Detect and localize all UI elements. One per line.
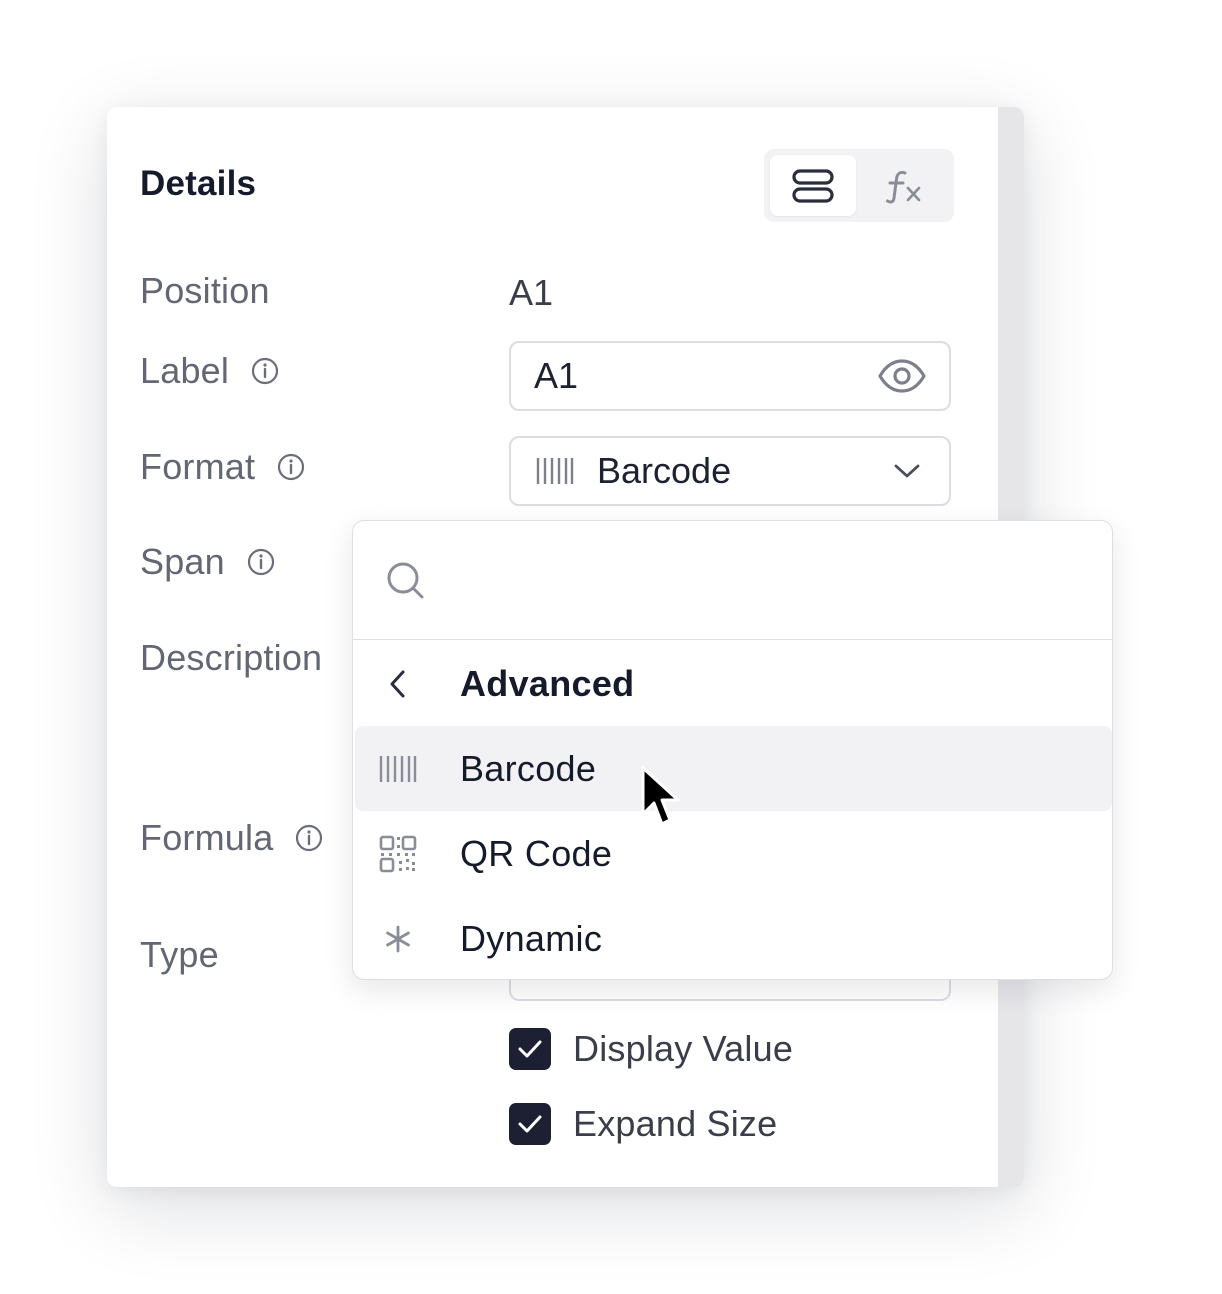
label-field[interactable]: A1 — [509, 341, 951, 411]
menu-back-advanced[interactable]: Advanced — [355, 641, 1112, 726]
barcode-icon — [377, 748, 419, 790]
menu-option-dynamic[interactable]: Dynamic — [355, 896, 1112, 979]
dropdown-search-input[interactable] — [443, 551, 1067, 611]
chevron-down-icon — [894, 464, 920, 478]
label-label-row: Label — [140, 350, 279, 392]
display-value-option[interactable]: Display Value — [509, 1028, 793, 1070]
stage: Details Position A1 Label A1 Format Barc… — [0, 0, 1222, 1294]
format-select-value: Barcode — [597, 450, 732, 491]
search-icon — [387, 562, 424, 599]
span-label-row: Span — [140, 541, 275, 583]
description-label-row: Description — [140, 637, 322, 679]
format-label-row: Format — [140, 446, 305, 488]
info-icon[interactable] — [295, 824, 323, 852]
panel-title: Details — [140, 164, 257, 203]
expand-size-option[interactable]: Expand Size — [509, 1103, 777, 1145]
formula-label-row: Formula — [140, 817, 323, 859]
dropdown-search-bar — [353, 521, 1112, 640]
asterisk-icon — [377, 918, 419, 960]
checkmark-icon — [518, 1115, 542, 1133]
expand-size-label: Expand Size — [573, 1103, 778, 1144]
menu-option-label: QR Code — [460, 832, 613, 874]
qr-code-icon — [377, 833, 419, 875]
display-value-checkbox[interactable] — [509, 1028, 551, 1070]
menu-option-barcode[interactable]: Barcode — [355, 726, 1112, 811]
info-icon[interactable] — [251, 357, 279, 385]
type-label-row: Type — [140, 934, 219, 976]
menu-option-label: Barcode — [460, 747, 597, 789]
function-icon — [886, 170, 921, 203]
description-label: Description — [140, 637, 323, 678]
format-select[interactable]: Barcode — [509, 436, 951, 506]
info-icon[interactable] — [277, 453, 305, 481]
menu-option-label: Dynamic — [460, 917, 603, 959]
toggle-fields-view-button[interactable] — [770, 155, 856, 216]
menu-option-qr-code[interactable]: QR Code — [355, 811, 1112, 896]
format-dropdown-menu: Advanced Barcode QR Code Dynamic — [352, 520, 1113, 980]
chevron-left-icon — [377, 663, 419, 705]
info-icon[interactable] — [247, 548, 275, 576]
position-value: A1 — [509, 272, 554, 313]
expand-size-checkbox[interactable] — [509, 1103, 551, 1145]
view-toggle — [764, 149, 954, 222]
position-label-row: Position — [140, 270, 270, 312]
type-label: Type — [140, 934, 219, 975]
position-label: Position — [140, 270, 270, 311]
eye-icon[interactable] — [877, 359, 927, 393]
toggle-formula-view-button[interactable] — [862, 155, 948, 216]
mouse-pointer-icon — [641, 766, 680, 826]
menu-back-label: Advanced — [460, 662, 635, 704]
span-label: Span — [140, 541, 225, 582]
format-label: Format — [140, 446, 256, 487]
checkmark-icon — [518, 1040, 542, 1058]
label-label: Label — [140, 350, 230, 391]
display-value-label: Display Value — [573, 1028, 794, 1069]
formula-label: Formula — [140, 817, 274, 858]
barcode-icon — [536, 458, 574, 484]
label-field-value: A1 — [534, 355, 579, 396]
rows-icon — [792, 168, 834, 203]
